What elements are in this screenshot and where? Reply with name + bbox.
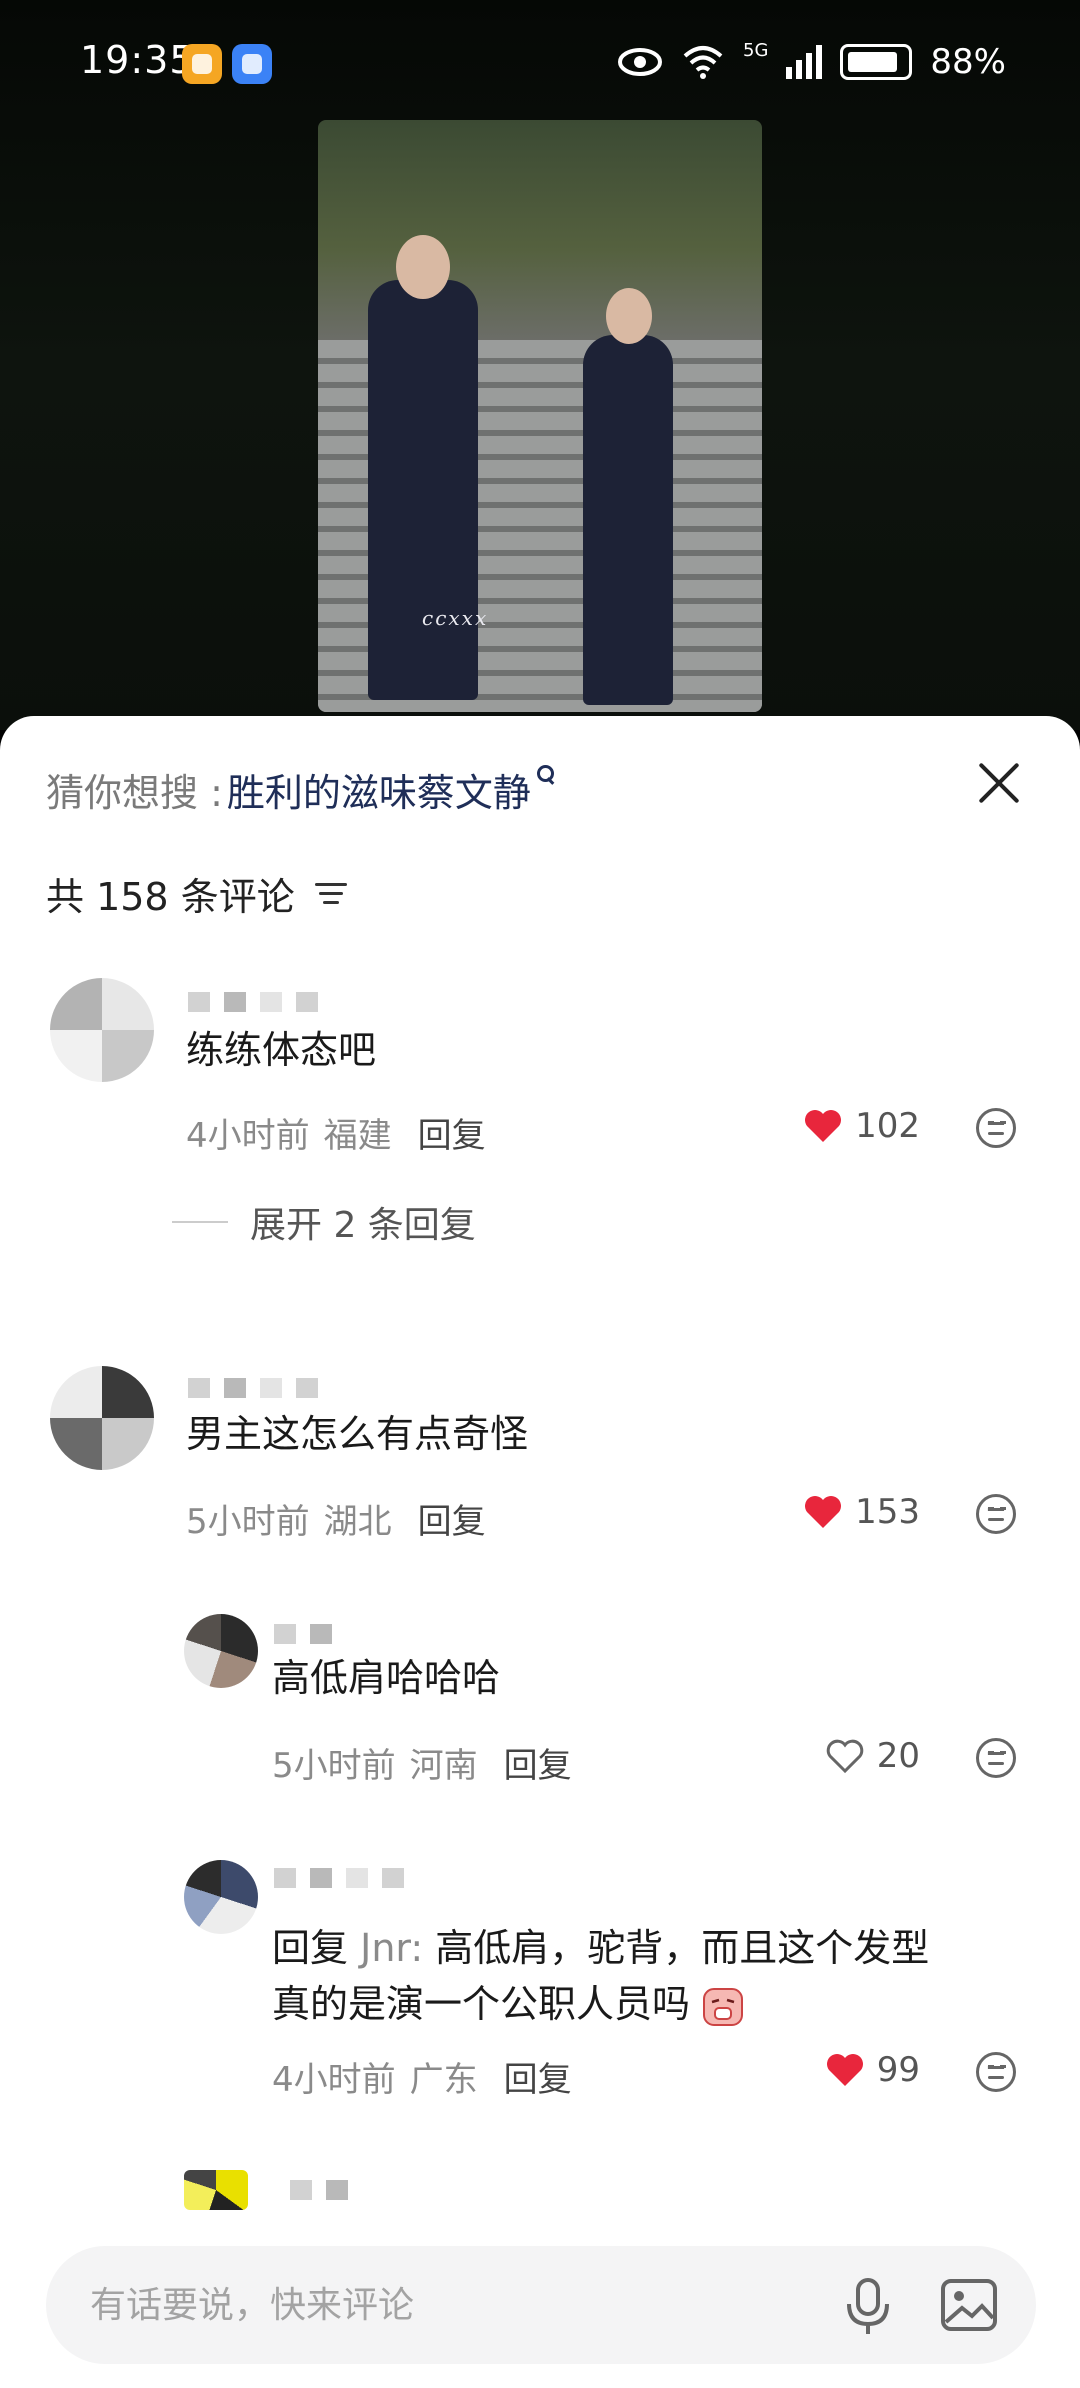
- comment-count: 共 158 条评论: [46, 875, 295, 919]
- avatar[interactable]: [50, 1366, 154, 1470]
- search-suggestion[interactable]: 猜你想搜 : 胜利的滋味蔡文静: [46, 762, 557, 817]
- reply-button[interactable]: 回复: [418, 1108, 486, 1157]
- comment-meta: 5小时前 湖北 回复: [186, 1494, 486, 1543]
- emoji-reaction-icon[interactable]: [976, 1494, 1016, 1534]
- username-blurred[interactable]: [188, 992, 318, 1012]
- comment-text: 练练体态吧: [186, 1028, 377, 1072]
- app-notification-icon: [232, 44, 272, 84]
- expand-divider: [172, 1221, 228, 1223]
- reply-text-line2: 真的是演一个公职人员吗: [272, 1982, 691, 2026]
- reply-text: 回复 Jnr: 高低肩，驼背，而且这个发型 真的是演一个公职人员吗: [272, 1920, 1032, 2032]
- comment-input-container[interactable]: [46, 2246, 1036, 2364]
- like-count: 20: [876, 1736, 920, 1776]
- video-player[interactable]: ccxxx: [318, 120, 762, 712]
- status-time: 19:35: [80, 38, 195, 82]
- reply-to-user[interactable]: Jnr:: [360, 1926, 423, 1970]
- reply-button[interactable]: 回复: [504, 2052, 572, 2101]
- reply-location: 河南: [409, 1746, 478, 1786]
- emoji-reaction-icon[interactable]: [976, 1108, 1016, 1148]
- status-bar: 19:35 5G 88%: [0, 0, 1080, 120]
- emoji-reaction-icon[interactable]: [976, 1738, 1016, 1778]
- signal-icon: [786, 45, 823, 79]
- username-blurred[interactable]: [274, 1868, 404, 1888]
- reply-time: 4小时前: [272, 2060, 396, 2100]
- avatar[interactable]: [50, 978, 154, 1082]
- comment-time: 5小时前: [186, 1502, 310, 1542]
- like-button[interactable]: 102: [803, 1106, 920, 1146]
- wifi-icon: [683, 46, 723, 79]
- reply-prefix: 回复: [272, 1926, 349, 1970]
- reply-time: 5小时前: [272, 1746, 396, 1786]
- sort-icon[interactable]: [314, 881, 349, 907]
- reply-button[interactable]: 回复: [504, 1738, 572, 1787]
- comment-location: 湖北: [323, 1502, 392, 1542]
- crying-face-emoji-icon: [703, 1987, 744, 2026]
- close-icon[interactable]: [976, 760, 1022, 806]
- username-blurred[interactable]: [188, 1378, 318, 1398]
- like-count: 99: [876, 2050, 920, 2090]
- eye-icon: [618, 48, 663, 76]
- video-figure: [583, 335, 673, 705]
- image-icon[interactable]: [940, 2278, 998, 2332]
- comment-meta: 4小时前 福建 回复: [186, 1108, 486, 1157]
- reply-text-line1: 高低肩，驼背，而且这个发型: [435, 1926, 930, 1970]
- comment-count-row: 共 158 条评论: [46, 866, 349, 921]
- avatar[interactable]: [184, 1860, 258, 1934]
- like-count: 153: [855, 1492, 920, 1532]
- search-suggestion-term[interactable]: 胜利的滋味蔡文静: [227, 762, 531, 817]
- username-blurred[interactable]: [290, 2180, 348, 2200]
- microphone-icon[interactable]: [844, 2278, 892, 2336]
- video-figure-head: [396, 235, 450, 299]
- like-count: 102: [855, 1106, 920, 1146]
- video-figure: [368, 280, 478, 700]
- heart-outline-icon: [825, 1738, 865, 1774]
- avatar[interactable]: [184, 2170, 248, 2210]
- comment-time: 4小时前: [186, 1116, 310, 1156]
- username-blurred[interactable]: [274, 1624, 332, 1644]
- expand-replies[interactable]: 展开 2 条回复: [172, 1196, 476, 1248]
- comment-sheet: 猜你想搜 : 胜利的滋味蔡文静 共 158 条评论 练练体态吧 4小时前 福建 …: [0, 716, 1080, 2388]
- avatar[interactable]: [184, 1614, 258, 1688]
- reply-meta: 5小时前 河南 回复: [272, 1738, 572, 1787]
- video-figure-head: [606, 288, 652, 344]
- battery-percent: 88%: [930, 42, 1006, 82]
- video-watermark: ccxxx: [422, 606, 489, 630]
- comment-text: 男主这怎么有点奇怪: [186, 1412, 529, 1456]
- battery-icon: [840, 44, 913, 80]
- like-button[interactable]: 99: [825, 2050, 920, 2090]
- reply-button[interactable]: 回复: [418, 1494, 486, 1543]
- like-button[interactable]: 153: [803, 1492, 920, 1532]
- expand-replies-label[interactable]: 展开 2 条回复: [250, 1196, 476, 1248]
- heart-filled-icon: [803, 1494, 843, 1530]
- reply-location: 广东: [409, 2060, 478, 2100]
- reply-text: 高低肩哈哈哈: [272, 1656, 501, 1700]
- search-icon: [536, 764, 557, 791]
- heart-filled-icon: [803, 1108, 843, 1144]
- heart-filled-icon: [825, 2052, 865, 2088]
- network-type: 5G: [743, 39, 769, 61]
- comment-input[interactable]: [90, 2276, 790, 2334]
- like-button[interactable]: 20: [825, 1736, 920, 1776]
- status-icons: 5G 88%: [617, 39, 1006, 82]
- reply-meta: 4小时前 广东 回复: [272, 2052, 572, 2101]
- search-suggestion-label: 猜你想搜 :: [46, 771, 223, 815]
- emoji-reaction-icon[interactable]: [976, 2052, 1016, 2092]
- comment-input-bar: [0, 2218, 1080, 2388]
- comment-location: 福建: [323, 1116, 392, 1156]
- app-notification-icon: [182, 44, 222, 84]
